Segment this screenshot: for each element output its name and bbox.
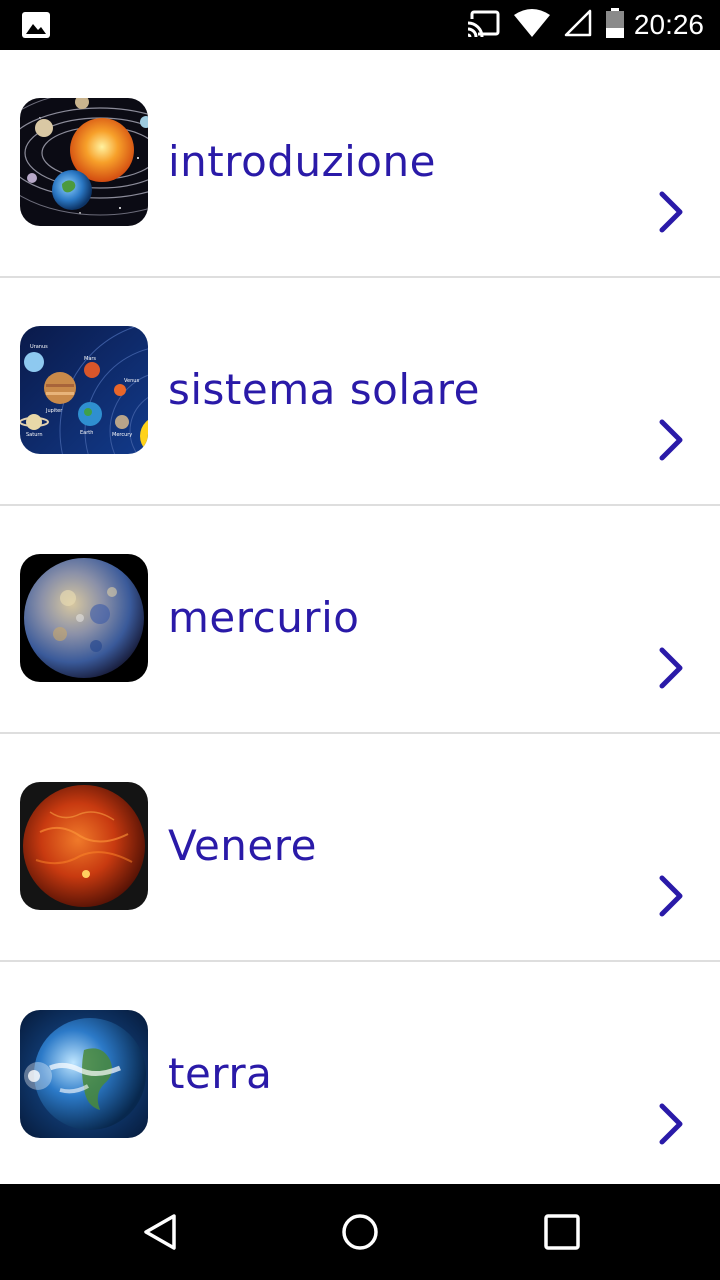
chevron-right-icon	[654, 1102, 690, 1146]
mercury-planet-image	[20, 554, 148, 682]
svg-text:Mars: Mars	[84, 356, 96, 362]
chevron-right-icon	[654, 418, 690, 462]
battery-icon	[605, 8, 624, 42]
gallery-icon	[22, 12, 50, 42]
earth-planet-image	[20, 1010, 148, 1138]
list-item-venere[interactable]: Venere	[0, 734, 720, 962]
status-time: 20:26	[633, 9, 704, 40]
recents-icon[interactable]	[542, 1212, 582, 1252]
svg-text:Saturn: Saturn	[26, 432, 43, 438]
signal-icon	[564, 9, 592, 41]
list-item-introduzione[interactable]: introduzione	[0, 50, 720, 278]
list-item-label: mercurio	[168, 593, 360, 642]
svg-text:Earth: Earth	[80, 430, 93, 436]
svg-text:Venus: Venus	[124, 378, 139, 384]
list-item-terra[interactable]: terra	[0, 962, 720, 1184]
list-item-mercurio[interactable]: mercurio	[0, 506, 720, 734]
cast-icon	[465, 9, 500, 41]
solar-system-planets-image: Uranus Mars Venus Jupiter Earth Saturn M…	[20, 326, 148, 454]
svg-text:Uranus: Uranus	[30, 344, 48, 350]
chevron-right-icon	[654, 646, 690, 690]
topic-list[interactable]: introduzione Uranus Mars Venus Jupiter E…	[0, 50, 720, 1184]
status-icons: 20:26	[452, 0, 704, 50]
back-icon[interactable]	[140, 1212, 180, 1252]
list-item-label: Venere	[168, 821, 317, 870]
solar-system-orbit-image	[20, 98, 148, 226]
list-item-label: introduzione	[168, 137, 436, 186]
list-item-label: terra	[168, 1049, 273, 1098]
venus-planet-image	[20, 782, 148, 910]
navigation-bar	[0, 1184, 720, 1280]
wifi-icon	[513, 9, 550, 41]
chevron-right-icon	[654, 874, 690, 918]
list-item-label: sistema solare	[168, 365, 480, 414]
list-item-sistema-solare[interactable]: Uranus Mars Venus Jupiter Earth Saturn M…	[0, 278, 720, 506]
home-icon[interactable]	[340, 1212, 380, 1252]
chevron-right-icon	[654, 190, 690, 234]
svg-text:Mercury: Mercury	[112, 432, 132, 438]
svg-text:Jupiter: Jupiter	[45, 408, 63, 414]
status-bar: 20:26	[0, 0, 720, 50]
